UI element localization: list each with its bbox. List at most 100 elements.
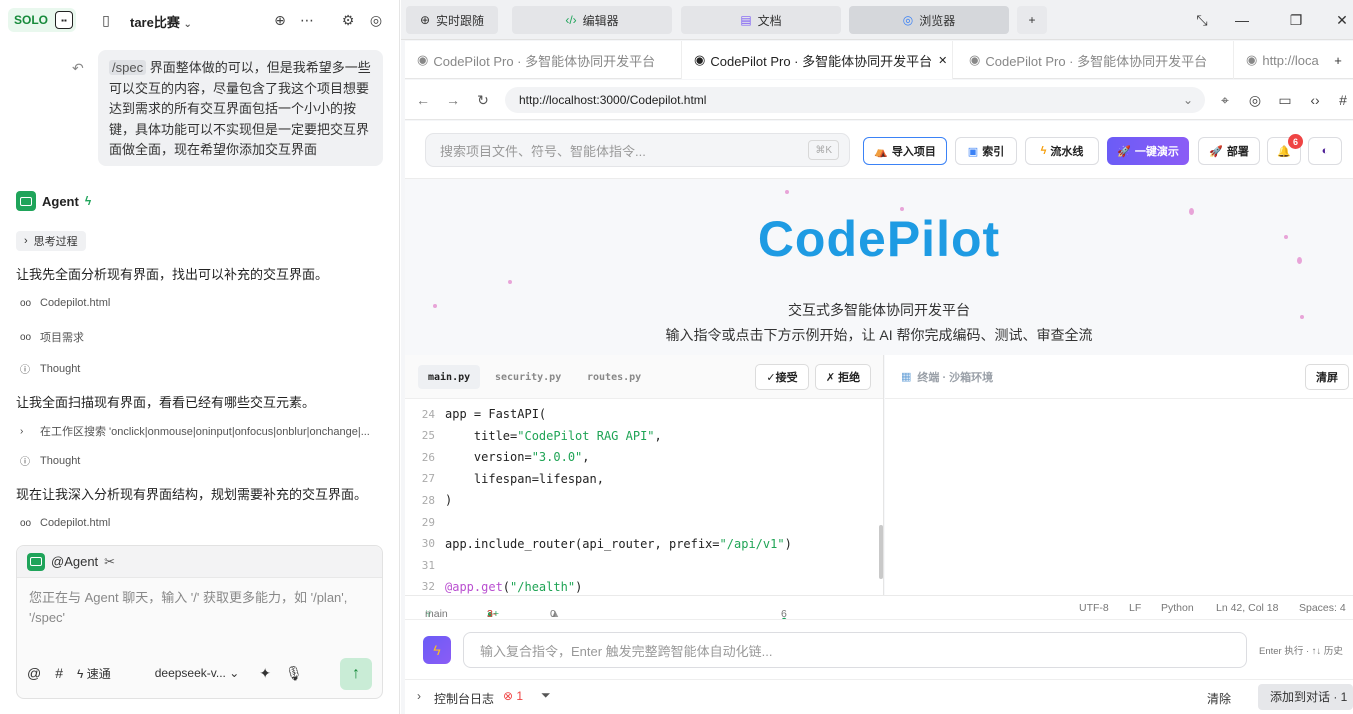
line-number: 29: [421, 515, 435, 529]
new-chat-icon[interactable]: ⊕: [270, 10, 290, 30]
tab-docs[interactable]: ▤ 文档: [681, 6, 841, 34]
mode-selector[interactable]: ϟ 速通: [77, 665, 111, 682]
mic-icon[interactable]: 🎙: [285, 665, 303, 682]
hero-description: 输入指令或点击下方示例开始，让 AI 帮你完成编码、测试、审查全流: [665, 327, 1093, 343]
accept-button[interactable]: ✓接受: [755, 364, 809, 390]
editor-tab-routes[interactable]: routes.py: [577, 365, 651, 389]
tools-icon[interactable]: ✂: [104, 554, 115, 570]
model-label: deepseek-v...: [154, 666, 226, 680]
file-read-item[interactable]: oo Codepilot.html: [20, 517, 110, 529]
code-token: (: [502, 579, 511, 594]
notification-button[interactable]: 🔔 6: [1267, 134, 1303, 165]
code-content[interactable]: 24 app = FastAPI(25 title= "CodePilot RAG …: [405, 399, 884, 595]
new-browser-tab-button[interactable]: +: [1323, 41, 1353, 79]
gear-icon[interactable]: ⚙: [338, 10, 358, 30]
thought-item[interactable]: ⓘ Thought: [20, 453, 81, 469]
browser-tab[interactable]: ◉ CodePilot Pro · 多智能体协同开发平台: [405, 41, 677, 79]
one-click-demo-button[interactable]: 🚀 一键演示: [1107, 137, 1189, 165]
code-token: ): [784, 536, 792, 551]
chevron-right-icon[interactable]: ›: [417, 689, 421, 703]
reject-button[interactable]: ✗ 拒绝: [815, 364, 871, 390]
pipeline-button[interactable]: ϟ 流水线: [1025, 137, 1099, 165]
file-read-item[interactable]: oo Codepilot.html: [20, 297, 110, 309]
theme-toggle-button[interactable]: ◐: [1308, 137, 1342, 165]
project-selector[interactable]: tare比赛 ⌄: [130, 12, 192, 31]
send-button[interactable]: ↑: [340, 658, 372, 690]
code-line[interactable]: 30 app.include_router(api_router, prefix=…: [405, 533, 792, 555]
encoding-status[interactable]: UTF-8: [1079, 602, 1109, 614]
inspect-icon[interactable]: ⌖: [1215, 90, 1235, 110]
account-icon[interactable]: ◎: [366, 10, 386, 30]
model-selector[interactable]: deepseek-v... ⌄: [155, 666, 240, 680]
close-button[interactable]: ✕: [1319, 0, 1353, 40]
at-icon[interactable]: @: [27, 665, 41, 681]
eye-icon: ◉: [694, 52, 706, 67]
tab-browser[interactable]: ◎ 浏览器: [849, 6, 1009, 34]
command-input[interactable]: 输入复合指令，Enter 触发完整跨智能体自动化链...: [463, 632, 1247, 668]
code-token: title=: [445, 428, 518, 443]
language-status[interactable]: Python: [1161, 602, 1194, 614]
thought-item[interactable]: ⓘ Thought: [20, 361, 80, 377]
scrollbar[interactable]: [879, 525, 883, 579]
cursor-position-status[interactable]: Ln 42, Col 18: [1216, 602, 1278, 614]
index-button[interactable]: ▣ 索引: [955, 137, 1017, 165]
clear-screen-button[interactable]: 清屏: [1305, 364, 1349, 390]
editor-tab-security[interactable]: security.py: [485, 365, 571, 389]
code-line[interactable]: 31: [405, 554, 445, 576]
back-icon[interactable]: ←: [413, 90, 433, 110]
sidebar-toggle-icon[interactable]: ▯: [96, 10, 116, 30]
compass-icon[interactable]: ◎: [1245, 90, 1265, 110]
undo-icon[interactable]: ↶: [72, 60, 84, 77]
browser-tab[interactable]: ◉ CodePilot Pro · 多智能体协同开发平台: [957, 41, 1229, 79]
refresh-icon[interactable]: ↻: [473, 90, 493, 110]
code-line[interactable]: 24 app = FastAPI(: [405, 403, 546, 425]
eol-status[interactable]: LF: [1129, 602, 1141, 614]
tab-live-follow[interactable]: ⊕ 实时跟随: [406, 6, 498, 34]
search-item[interactable]: › 在工作区搜索 'onclick|onmouse|oninput|onfocus…: [20, 423, 380, 439]
more-icon[interactable]: ⋯: [297, 10, 317, 30]
code-line[interactable]: 32 @app.get("/health"): [405, 576, 583, 595]
device-icon[interactable]: ▭: [1275, 90, 1295, 110]
shortcut-hint: ⌘K: [808, 140, 839, 160]
forward-icon[interactable]: →: [443, 90, 463, 110]
code-line[interactable]: 28): [405, 489, 452, 511]
code-line[interactable]: 27 lifespan=lifespan,: [405, 468, 604, 490]
code-line[interactable]: 29: [405, 511, 445, 533]
chat-mention-bar: @Agent ✂: [17, 546, 382, 578]
error-count[interactable]: ⊗ 1: [503, 689, 523, 703]
indent-status[interactable]: Spaces: 4: [1299, 602, 1346, 614]
chat-input[interactable]: 您正在与 Agent 聊天，输入 '/' 获取更多能力，如 '/plan', '…: [29, 588, 369, 628]
code-line[interactable]: 25 title= "CodePilot RAG API",: [405, 425, 662, 447]
search-placeholder: 搜索项目文件、符号、智能体指令...: [440, 143, 646, 159]
tab-label: 浏览器: [919, 13, 956, 28]
add-to-chat-button[interactable]: 添加到对话 · 1: [1258, 684, 1353, 710]
console-label[interactable]: 控制台日志: [434, 690, 494, 707]
global-search-input[interactable]: 搜索项目文件、符号、智能体指令... ⌘K: [425, 133, 850, 167]
deploy-button[interactable]: 🚀 部署: [1198, 137, 1260, 165]
code-token: ): [445, 493, 453, 508]
editor-tab-main[interactable]: main.py: [418, 365, 481, 389]
devtools-icon[interactable]: ‹›: [1305, 90, 1325, 110]
solo-badge[interactable]: SOLO ▪▪: [8, 8, 76, 32]
filter-icon[interactable]: ⏷: [541, 688, 551, 703]
browser-tab[interactable]: ◉ http://loca: [1233, 41, 1333, 79]
close-icon[interactable]: ✕: [938, 54, 947, 67]
browser-tab-active[interactable]: ◉ CodePilot Pro · 多智能体协同开发平台 ✕: [681, 41, 953, 79]
thinking-toggle[interactable]: › 思考过程: [16, 231, 86, 251]
hash-icon[interactable]: #: [55, 665, 63, 681]
tab-editor[interactable]: ‹/› 编辑器: [512, 6, 672, 34]
requirement-item[interactable]: oo 项目需求: [20, 329, 84, 345]
browser-tab-title: http://loca: [1262, 52, 1319, 68]
sparkle-icon[interactable]: ✦: [259, 665, 271, 682]
import-project-button[interactable]: ⛺ 导入项目: [863, 137, 947, 165]
thought-label: Thought: [40, 454, 81, 467]
add-tab-button[interactable]: +: [1017, 6, 1047, 34]
maximize-button[interactable]: ❐: [1273, 0, 1319, 40]
chevron-down-icon[interactable]: ⌄: [1183, 93, 1193, 107]
url-input[interactable]: http://localhost:3000/Codepilot.html ⌄: [505, 87, 1205, 113]
console-clear-button[interactable]: 清除: [1207, 690, 1231, 707]
hash-icon[interactable]: #: [1333, 90, 1353, 110]
code-line[interactable]: 26 version= "3.0.0",: [405, 446, 590, 468]
minimize-button[interactable]: —: [1219, 0, 1265, 40]
lightning-icon: ϟ: [84, 194, 92, 208]
